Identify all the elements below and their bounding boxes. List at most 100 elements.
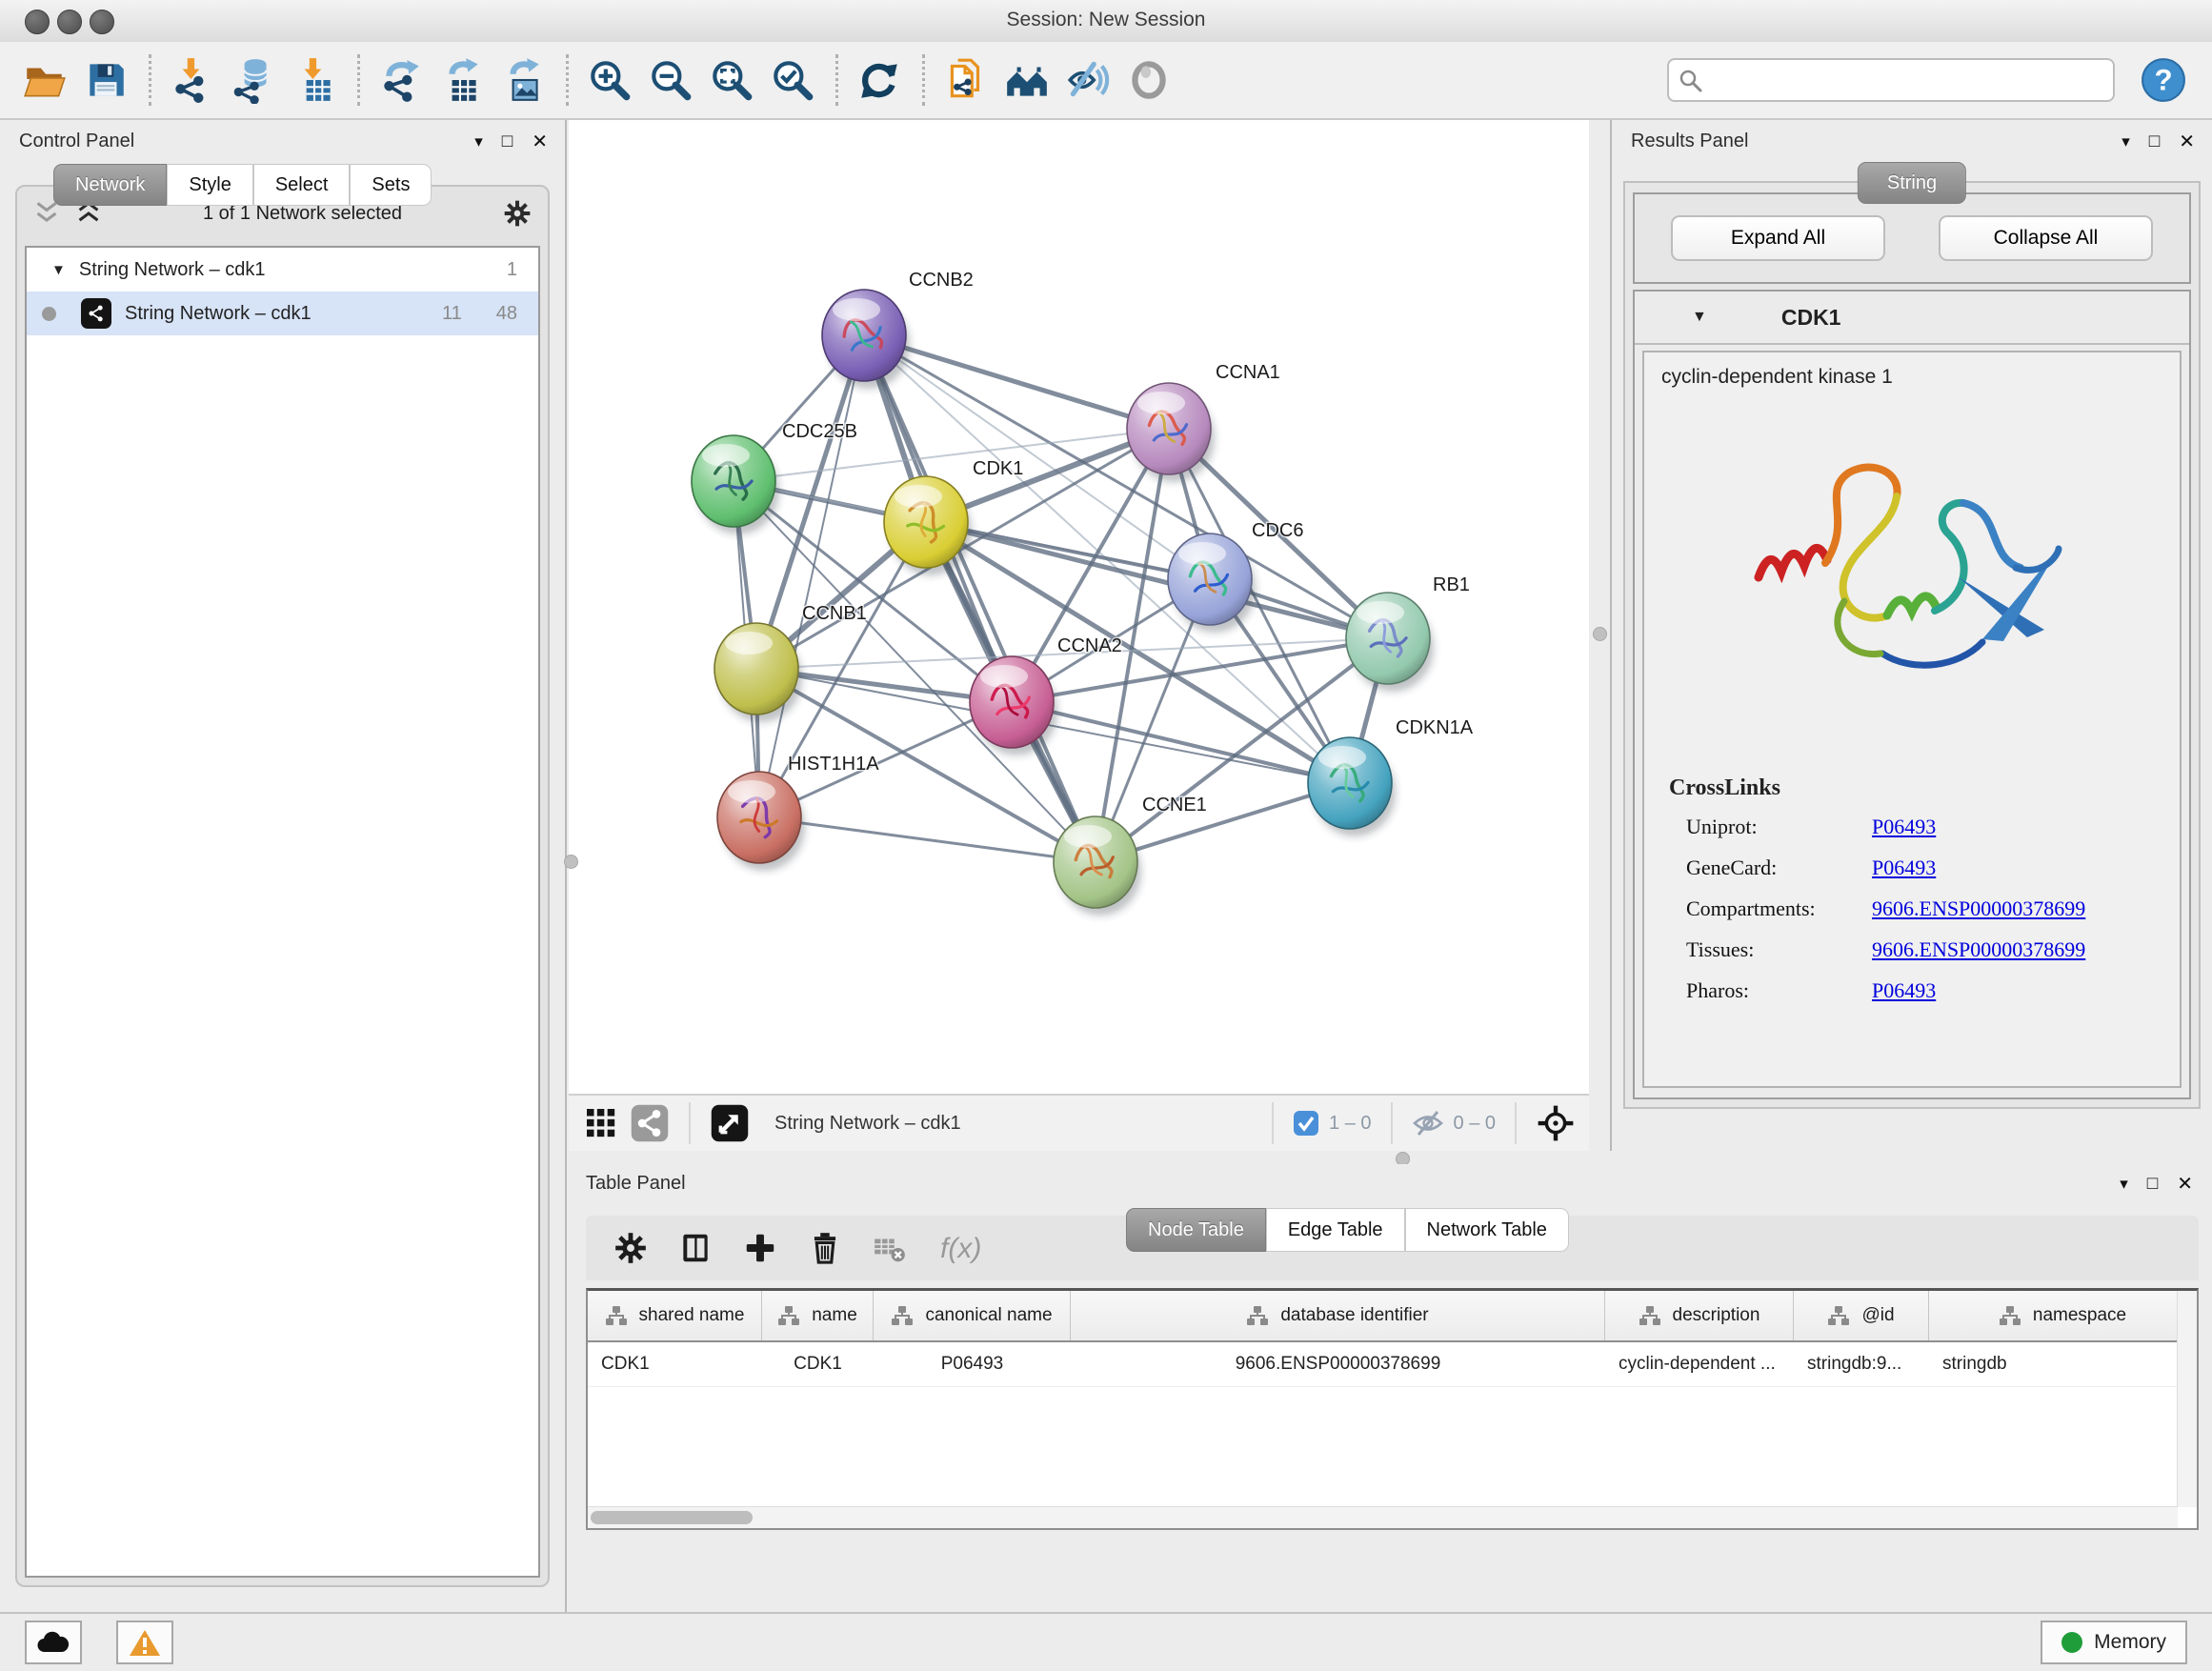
- table-cell[interactable]: stringdb:9...: [1794, 1342, 1929, 1386]
- zoom-in-icon[interactable]: [586, 56, 633, 104]
- string-home-icon[interactable]: [1003, 56, 1051, 104]
- network-node-CDC6[interactable]: [1168, 534, 1256, 633]
- network-node-CDKN1A[interactable]: [1308, 737, 1396, 836]
- tree-caret-icon[interactable]: ▼: [51, 262, 66, 278]
- save-session-icon[interactable]: [82, 56, 130, 104]
- network-node-HIST1H1A[interactable]: [717, 772, 805, 871]
- network-node-CCNA1[interactable]: [1127, 383, 1215, 482]
- right-splitter-handle[interactable]: [1593, 627, 1607, 641]
- crosslink-link[interactable]: P06493: [1872, 856, 1936, 880]
- network-edge[interactable]: [759, 817, 1096, 862]
- network-edge[interactable]: [1012, 702, 1350, 783]
- network-view-canvas[interactable]: CCNB2CCNA1CDC25BCDK1CDC6RB1CCNB1CCNA2CDK…: [569, 120, 1589, 1094]
- gear-icon[interactable]: [502, 198, 533, 229]
- network-node-CCNE1[interactable]: [1054, 816, 1141, 916]
- table-horizontal-scrollbar[interactable]: [588, 1506, 2178, 1528]
- crosslink-link[interactable]: 9606.ENSP00000378699: [1872, 896, 2085, 921]
- float-panel-icon[interactable]: ▾: [2122, 132, 2130, 151]
- memory-button[interactable]: Memory: [2041, 1621, 2187, 1664]
- tab-style[interactable]: Style: [167, 164, 252, 206]
- tab-select[interactable]: Select: [253, 164, 351, 206]
- add-column-icon[interactable]: [742, 1230, 778, 1266]
- close-panel-icon[interactable]: ✕: [2179, 130, 2195, 153]
- tab-node-table[interactable]: Node Table: [1126, 1208, 1266, 1252]
- network-edge[interactable]: [926, 522, 1388, 638]
- column-header-description[interactable]: description: [1605, 1291, 1794, 1340]
- network-node-CDK1[interactable]: [884, 476, 972, 575]
- scrollbar-thumb[interactable]: [591, 1511, 753, 1524]
- share-document-icon[interactable]: [942, 56, 990, 104]
- section-caret-icon[interactable]: ▼: [1692, 309, 1707, 326]
- column-header-namespace[interactable]: namespace: [1929, 1291, 2197, 1340]
- crosslink-link[interactable]: 9606.ENSP00000378699: [1872, 937, 2085, 962]
- float-panel-icon[interactable]: ▾: [474, 132, 483, 151]
- selected-checkbox-icon[interactable]: [1293, 1110, 1319, 1137]
- clear-table-icon[interactable]: [872, 1230, 908, 1266]
- export-table-icon[interactable]: [438, 56, 486, 104]
- table-cell[interactable]: CDK1: [762, 1342, 874, 1386]
- table-cell[interactable]: stringdb: [1929, 1342, 2197, 1386]
- tab-string[interactable]: String: [1858, 162, 1966, 204]
- show-columns-icon[interactable]: [677, 1230, 714, 1266]
- column-header-name[interactable]: name: [762, 1291, 874, 1340]
- table-row[interactable]: CDK1CDK1P064939606.ENSP00000378699cyclin…: [588, 1342, 2197, 1387]
- refresh-layout-icon[interactable]: [855, 56, 903, 104]
- close-panel-icon[interactable]: ✕: [532, 130, 548, 153]
- hide-glasses-icon[interactable]: [1064, 56, 1112, 104]
- column-header-shared-name[interactable]: shared name: [588, 1291, 762, 1340]
- zoom-out-icon[interactable]: [647, 56, 694, 104]
- network-share-icon[interactable]: [630, 1103, 670, 1143]
- import-network-database-icon[interactable]: [230, 56, 277, 104]
- maximize-panel-icon[interactable]: □: [502, 131, 513, 152]
- cloud-status-button[interactable]: [25, 1621, 82, 1664]
- warnings-button[interactable]: [116, 1621, 173, 1664]
- tab-sets[interactable]: Sets: [350, 164, 432, 206]
- expand-all-button[interactable]: Expand All: [1671, 215, 1885, 261]
- table-vertical-scrollbar[interactable]: [2177, 1291, 2197, 1507]
- table-cell[interactable]: CDK1: [588, 1342, 762, 1386]
- eye-indicator-icon[interactable]: [1125, 56, 1173, 104]
- tab-edge-table[interactable]: Edge Table: [1266, 1208, 1405, 1252]
- network-row-selected[interactable]: String Network – cdk1 11 48: [27, 292, 538, 335]
- network-node-CCNB2[interactable]: [822, 290, 910, 389]
- open-session-icon[interactable]: [21, 56, 69, 104]
- maximize-panel-icon[interactable]: □: [2149, 131, 2160, 152]
- open-in-new-window-icon[interactable]: [710, 1103, 750, 1143]
- search-input[interactable]: [1667, 58, 2115, 102]
- export-network-icon[interactable]: [377, 56, 425, 104]
- crosslink-link[interactable]: P06493: [1872, 815, 1936, 839]
- zoom-selected-icon[interactable]: [769, 56, 816, 104]
- column-header--id[interactable]: @id: [1794, 1291, 1929, 1340]
- crosslink-link[interactable]: P06493: [1872, 978, 1936, 1003]
- table-cell[interactable]: 9606.ENSP00000378699: [1071, 1342, 1605, 1386]
- horizontal-splitter[interactable]: [569, 1151, 2212, 1164]
- network-node-CDC25B[interactable]: [692, 435, 779, 534]
- left-splitter-handle[interactable]: [564, 855, 578, 869]
- export-image-icon[interactable]: [499, 56, 547, 104]
- birds-eye-toggle-icon[interactable]: [1536, 1103, 1576, 1143]
- float-panel-icon[interactable]: ▾: [2120, 1175, 2128, 1194]
- close-panel-icon[interactable]: ✕: [2177, 1172, 2193, 1196]
- table-cell[interactable]: P06493: [874, 1342, 1071, 1386]
- maximize-panel-icon[interactable]: □: [2147, 1174, 2158, 1195]
- column-header-canonical-name[interactable]: canonical name: [874, 1291, 1071, 1340]
- help-icon[interactable]: ?: [2140, 56, 2187, 104]
- collapse-all-button[interactable]: Collapse All: [1939, 215, 2153, 261]
- function-builder-icon[interactable]: f(x): [936, 1229, 988, 1267]
- table-cell[interactable]: cyclin-dependent ...: [1605, 1342, 1794, 1386]
- tab-network-table[interactable]: Network Table: [1405, 1208, 1569, 1252]
- table-settings-gear-icon[interactable]: [613, 1230, 649, 1266]
- network-edge[interactable]: [759, 335, 864, 817]
- delete-column-trash-icon[interactable]: [807, 1230, 843, 1266]
- network-node-CCNA2[interactable]: [970, 656, 1057, 755]
- network-collection-row[interactable]: ▼ String Network – cdk1 1: [27, 248, 538, 292]
- gene-section-header[interactable]: ▼ CDK1: [1635, 292, 2189, 345]
- grid-view-icon[interactable]: [582, 1104, 620, 1142]
- tab-network[interactable]: Network: [53, 164, 167, 206]
- network-node-RB1[interactable]: [1346, 593, 1434, 692]
- zoom-fit-icon[interactable]: [708, 56, 755, 104]
- column-header-database-identifier[interactable]: database identifier: [1071, 1291, 1605, 1340]
- network-edge[interactable]: [864, 335, 1096, 862]
- import-network-file-icon[interactable]: [169, 56, 216, 104]
- import-table-icon[interactable]: [291, 56, 338, 104]
